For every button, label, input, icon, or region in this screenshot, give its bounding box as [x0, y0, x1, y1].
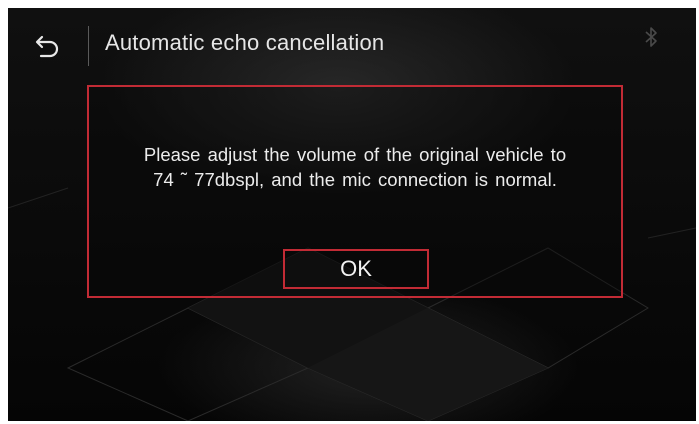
bluetooth-icon [645, 27, 657, 47]
page-title: Automatic echo cancellation [105, 30, 385, 55]
dialog-message-line-2: 74 ˜ 77dbspl, and the mic connection is … [153, 169, 557, 190]
settings-screen: Automatic echo cancellation Please adjus… [8, 8, 696, 421]
back-arrow-icon [35, 35, 59, 58]
dialog-message: Please adjust the volume of the original… [89, 142, 621, 192]
dialog-message-line-1: Please adjust the volume of the original… [143, 144, 567, 165]
top-bar: Automatic echo cancellation [8, 8, 696, 80]
ok-button[interactable]: OK [283, 249, 429, 289]
back-button[interactable] [30, 28, 66, 64]
header-divider [88, 26, 89, 66]
echo-cancellation-dialog: Please adjust the volume of the original… [87, 85, 623, 298]
